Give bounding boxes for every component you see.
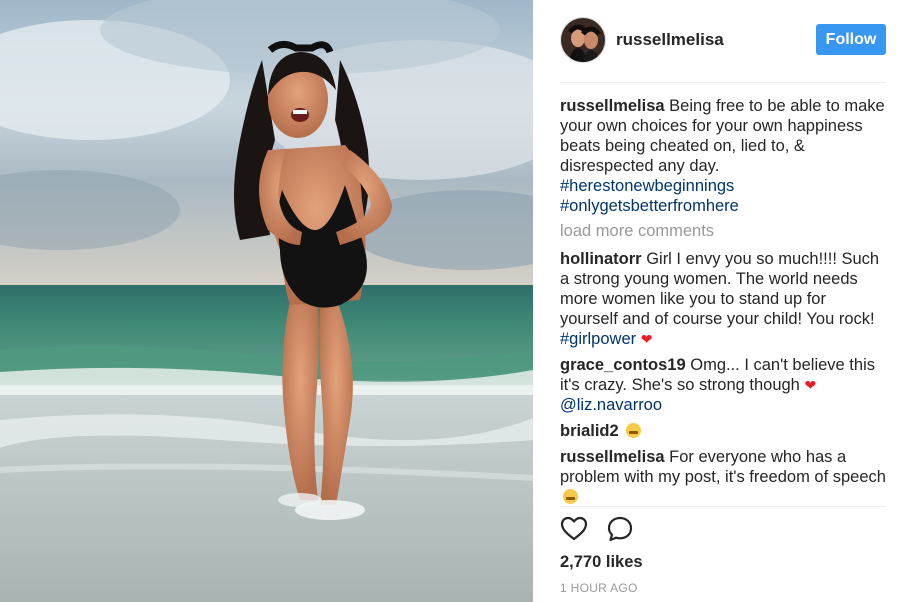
post-header: russellmelisa Follow — [560, 16, 886, 64]
red-heart-emoji: ❤ — [804, 377, 817, 393]
instagram-post: russellmelisa Follow russellmelisa Being… — [0, 0, 900, 602]
red-heart-emoji: ❤ — [640, 331, 653, 347]
post-actions — [560, 515, 680, 545]
avatar[interactable] — [560, 17, 606, 63]
comment-item: brialid2 — [560, 421, 886, 441]
comment-bubble-icon[interactable] — [606, 515, 634, 543]
caption-username-link[interactable]: russellmelisa — [560, 97, 665, 115]
post-timestamp[interactable]: 1 HOUR AGO — [560, 581, 638, 595]
load-more-comments-link[interactable]: load more comments — [560, 222, 886, 241]
comment-item: hollinatorr Girl I envy you so much!!!! … — [560, 249, 886, 349]
comments-list[interactable]: russellmelisa Being free to be able to m… — [560, 96, 886, 506]
comment-item: russellmelisa For everyone who has a pro… — [560, 447, 886, 506]
comment-item: grace_contos19 Omg... I can't believe th… — [560, 355, 886, 415]
kissing-face-emoji — [563, 489, 578, 504]
mention-link[interactable]: @liz.navarroo — [560, 396, 662, 414]
post-side-panel: russellmelisa Follow russellmelisa Being… — [533, 0, 900, 602]
avatar-image — [561, 18, 605, 62]
comment-username-link[interactable]: hollinatorr — [560, 250, 642, 268]
header-username-link[interactable]: russellmelisa — [616, 30, 724, 50]
follow-button[interactable]: Follow — [816, 24, 886, 55]
hashtag-link[interactable]: #herestonewbeginnings — [560, 177, 734, 195]
heart-outline-icon[interactable] — [560, 515, 588, 543]
hashtag-link[interactable]: #girlpower — [560, 330, 636, 348]
likes-count[interactable]: 2,770 likes — [560, 553, 643, 572]
comment-username-link[interactable]: grace_contos19 — [560, 356, 686, 374]
comment-username-link[interactable]: russellmelisa — [560, 448, 665, 466]
caption: russellmelisa Being free to be able to m… — [560, 96, 886, 216]
post-photo[interactable] — [0, 0, 533, 602]
hashtag-link[interactable]: #onlygetsbetterfromhere — [560, 197, 739, 215]
grimacing-face-emoji — [626, 423, 642, 438]
comment-username-link[interactable]: brialid2 — [560, 422, 619, 440]
beach-photo-image — [0, 0, 533, 602]
actions-divider — [560, 506, 886, 507]
header-divider — [560, 82, 886, 83]
